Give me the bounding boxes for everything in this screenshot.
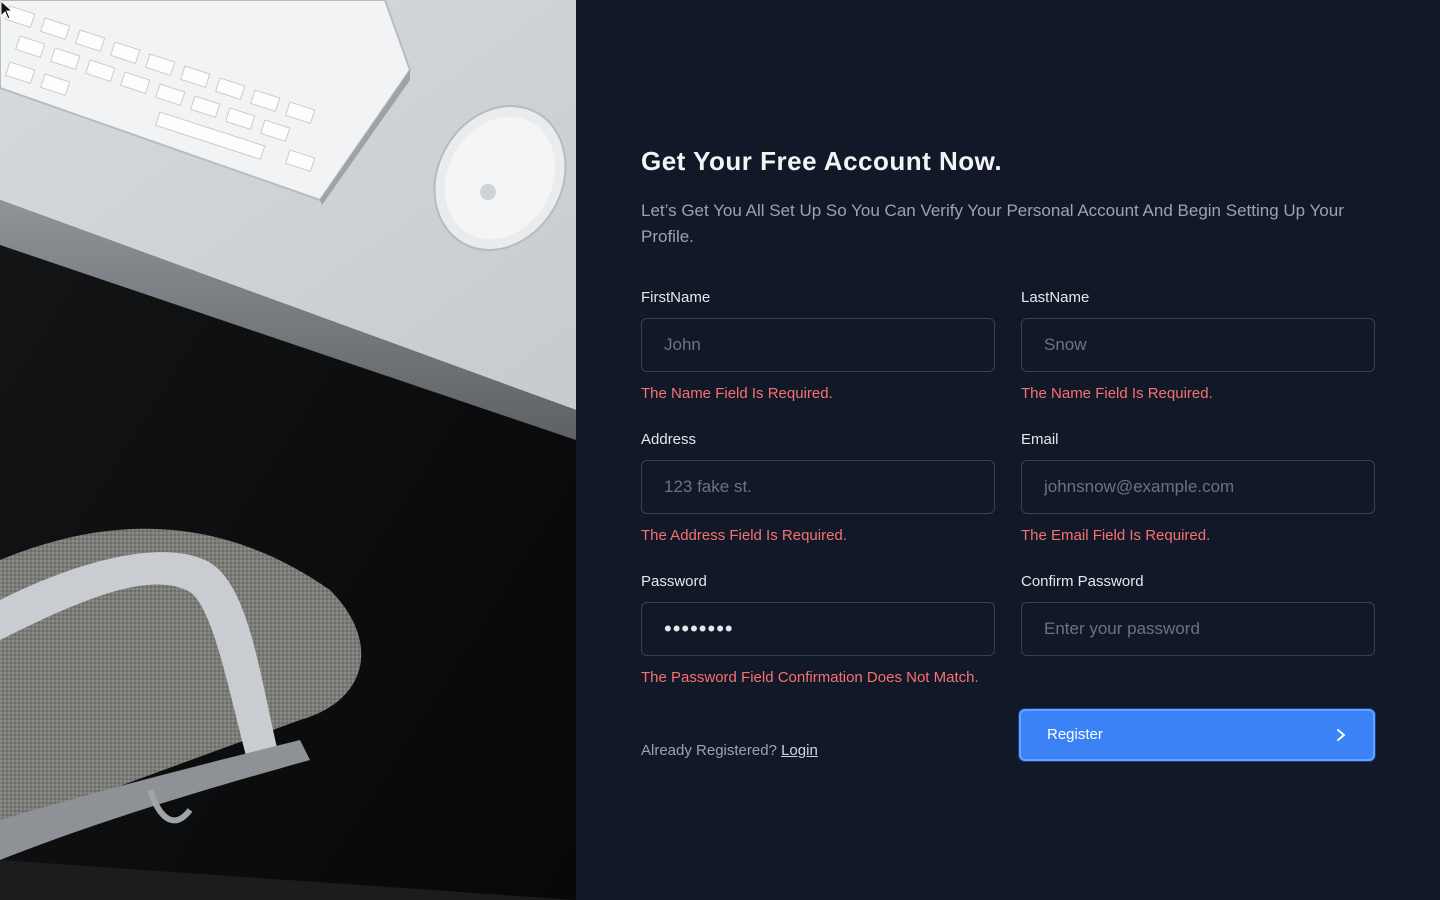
address-label: Address — [641, 431, 697, 448]
confirm-password-input[interactable] — [1021, 602, 1375, 656]
login-prompt: Already Registered? Login — [641, 714, 995, 761]
register-form: Get Your Free Account Now. Let’s Get You… — [641, 144, 1375, 761]
password-input[interactable] — [641, 602, 995, 656]
page-subtitle: Let’s Get You All Set Up So You Can Veri… — [641, 201, 1344, 246]
already-registered-text: Already Registered? — [641, 742, 777, 759]
first-name-input[interactable] — [641, 318, 995, 372]
register-page: Get Your Free Account Now. Let’s Get You… — [0, 0, 1440, 900]
chevron-right-icon — [1337, 728, 1345, 741]
first-name-group: FirstName The Name Field Is Required. — [641, 288, 995, 430]
hero-photo — [0, 0, 576, 900]
form-footer: Already Registered? Login Register — [641, 708, 1375, 761]
address-error: The Address Field Is Required. — [641, 527, 847, 544]
address-input[interactable] — [641, 460, 995, 514]
register-panel: Get Your Free Account Now. Let’s Get You… — [576, 0, 1440, 900]
email-group: Email The Email Field Is Required. — [1021, 430, 1375, 572]
confirm-password-label: Confirm Password — [1021, 573, 1144, 590]
form-grid: FirstName The Name Field Is Required. La… — [641, 288, 1375, 714]
password-group: Password The Password Field Confirmation… — [641, 572, 995, 714]
last-name-input[interactable] — [1021, 318, 1375, 372]
confirm-password-group: Confirm Password — [1021, 572, 1375, 714]
page-title: Get Your Free Account Now. — [641, 146, 1003, 176]
last-name-group: LastName The Name Field Is Required. — [1021, 288, 1375, 430]
password-label: Password — [641, 573, 707, 590]
first-name-label: FirstName — [641, 289, 711, 306]
last-name-error: The Name Field Is Required. — [1021, 385, 1213, 402]
email-input[interactable] — [1021, 460, 1375, 514]
email-error: The Email Field Is Required. — [1021, 527, 1211, 544]
first-name-error: The Name Field Is Required. — [641, 385, 833, 402]
register-button[interactable]: Register — [1019, 708, 1375, 761]
login-link[interactable]: Login — [781, 742, 818, 759]
password-error: The Password Field Confirmation Does Not… — [641, 669, 979, 686]
mouse-pointer-icon — [0, 0, 14, 20]
address-group: Address The Address Field Is Required. — [641, 430, 995, 572]
desk-photo-illustration — [0, 0, 576, 900]
email-label: Email — [1021, 431, 1059, 448]
last-name-label: LastName — [1021, 289, 1090, 306]
register-button-label: Register — [1047, 726, 1103, 743]
